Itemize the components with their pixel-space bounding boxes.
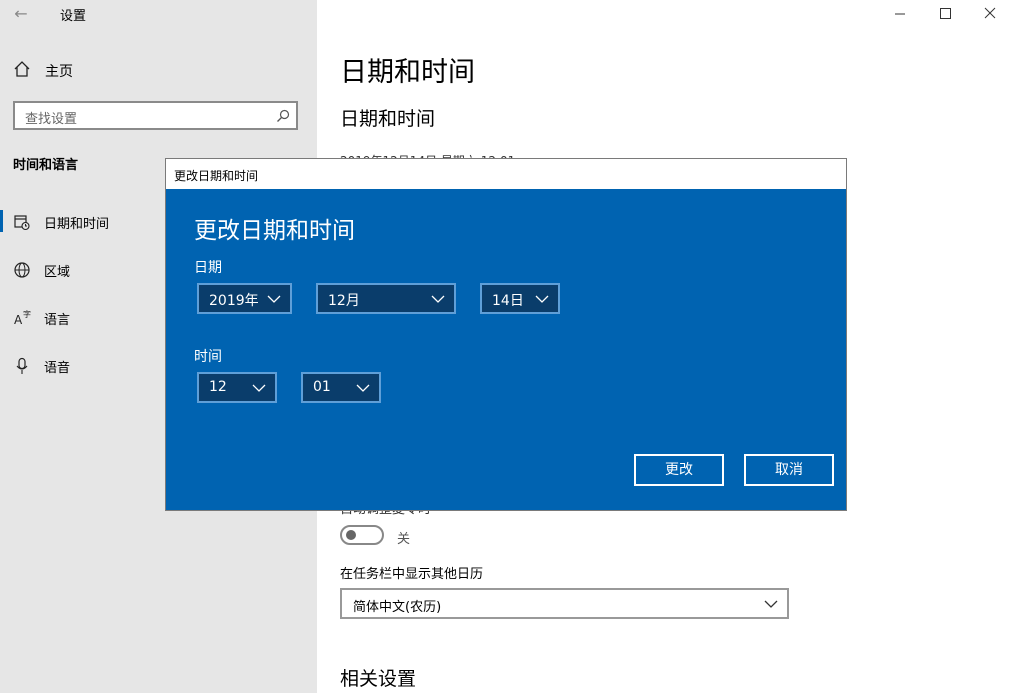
search-icon[interactable] [276, 109, 290, 123]
language-icon: A 字 [14, 309, 31, 327]
back-arrow-icon: ← [14, 4, 28, 23]
month-value: 12月 [328, 293, 360, 309]
globe-icon [14, 262, 30, 278]
calendar-label: 在任务栏中显示其他日历 [340, 567, 484, 582]
sidebar-item-label: 区域 [44, 265, 71, 280]
microphone-icon [16, 357, 28, 374]
back-button[interactable]: ← [8, 2, 34, 26]
section-heading: 日期和时间 [340, 108, 436, 130]
month-dropdown[interactable]: 12月 [316, 283, 456, 314]
year-value: 2019年 [209, 293, 259, 309]
chevron-down-icon [535, 295, 549, 303]
svg-text:字: 字 [23, 309, 31, 319]
change-datetime-dialog: 更改日期和时间 更改日期和时间 日期 2019年 12月 14日 时间 12 0… [165, 158, 847, 511]
minute-dropdown[interactable]: 01 [301, 372, 381, 403]
hour-value: 12 [209, 379, 227, 395]
related-settings-heading: 相关设置 [340, 668, 417, 690]
hour-dropdown[interactable]: 12 [197, 372, 277, 403]
chevron-down-icon [356, 384, 370, 392]
section-title: 时间和语言 [13, 158, 79, 173]
dialog-heading: 更改日期和时间 [194, 218, 355, 244]
chevron-down-icon [252, 384, 266, 392]
home-link[interactable]: 主页 [45, 61, 73, 81]
home-icon[interactable] [13, 60, 31, 78]
search-box[interactable]: 查找设置 [13, 101, 298, 130]
calendar-select[interactable]: 简体中文(农历) [340, 588, 789, 619]
app-title: 设置 [60, 9, 87, 24]
cancel-button[interactable]: 取消 [744, 454, 834, 486]
sidebar-item-label: 日期和时间 [44, 217, 110, 232]
toggle-state-label: 关 [397, 532, 411, 547]
date-label: 日期 [194, 260, 222, 276]
close-icon[interactable] [970, 0, 1010, 28]
calendar-select-value: 简体中文(农历) [353, 600, 442, 615]
dst-toggle[interactable] [340, 525, 384, 545]
calendar-clock-icon [14, 215, 30, 231]
chevron-down-icon [431, 295, 445, 303]
day-dropdown[interactable]: 14日 [480, 283, 560, 314]
dialog-window-title: 更改日期和时间 [174, 169, 259, 183]
chevron-down-icon [764, 600, 778, 608]
toggle-knob [346, 530, 356, 540]
year-dropdown[interactable]: 2019年 [197, 283, 292, 314]
maximize-icon[interactable] [925, 0, 965, 28]
sidebar-item-label: 语言 [44, 313, 71, 328]
time-label: 时间 [194, 349, 222, 365]
page-title: 日期和时间 [340, 57, 475, 88]
dialog-titlebar: 更改日期和时间 [166, 159, 846, 189]
chevron-down-icon [267, 295, 281, 303]
sidebar-item-label: 语音 [44, 361, 71, 376]
minute-value: 01 [313, 379, 331, 395]
day-value: 14日 [492, 293, 524, 309]
minimize-icon[interactable] [880, 0, 920, 28]
search-input[interactable]: 查找设置 [25, 108, 77, 127]
active-indicator [0, 210, 3, 232]
change-button[interactable]: 更改 [634, 454, 724, 486]
svg-text:A: A [14, 313, 23, 327]
